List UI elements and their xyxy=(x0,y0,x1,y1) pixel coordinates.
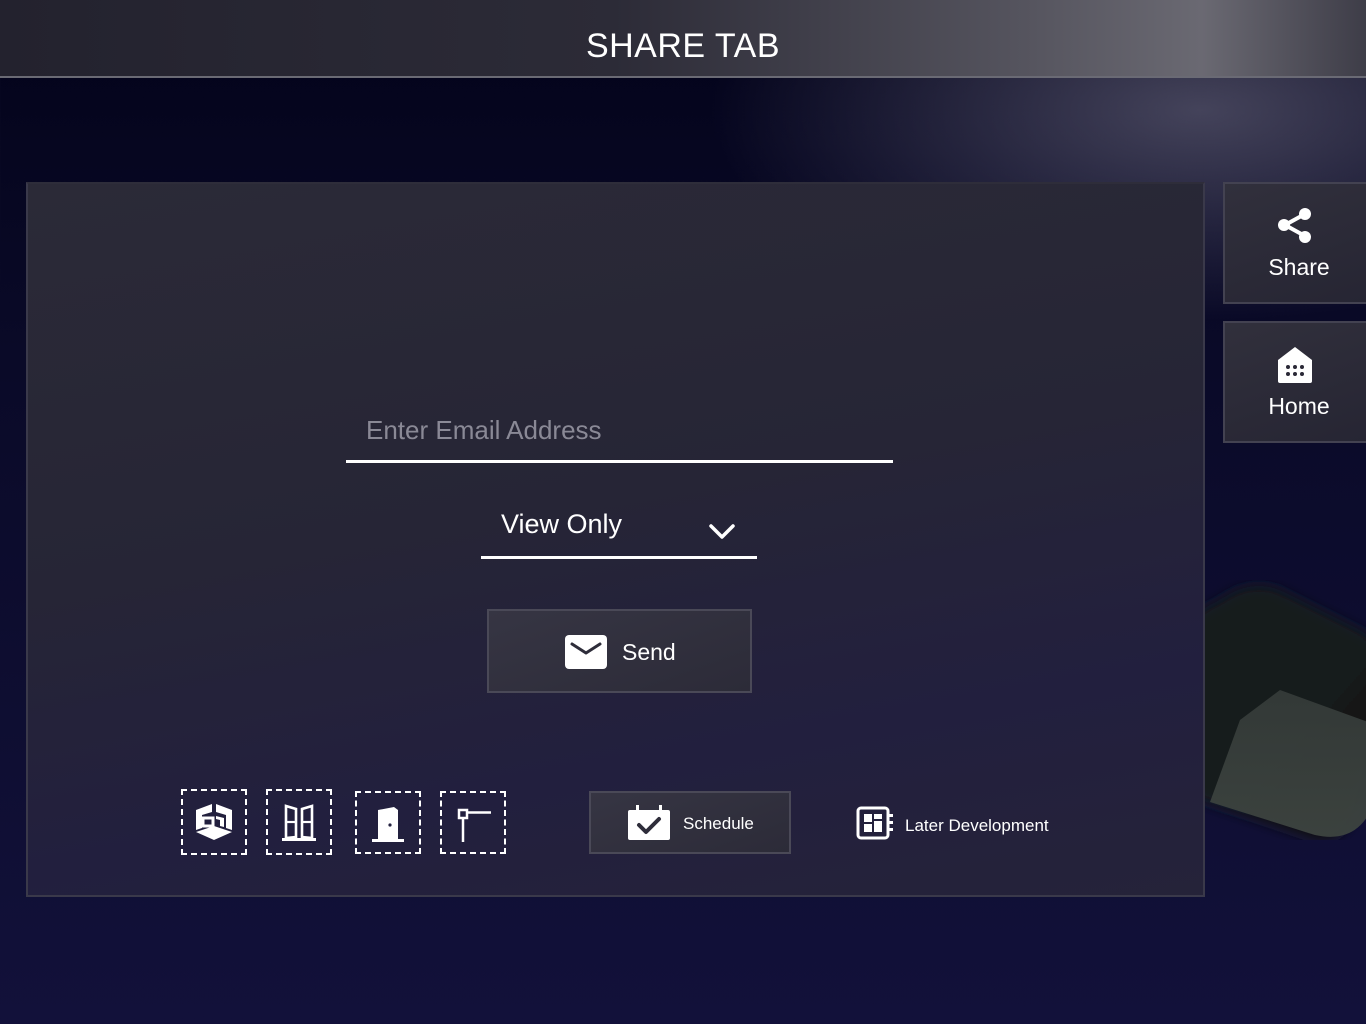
sidebar-item-home[interactable]: Home xyxy=(1223,321,1366,443)
barrier-gate-tool-button[interactable] xyxy=(440,791,506,854)
home-icon xyxy=(1278,347,1312,383)
sidebar-item-share[interactable]: Share xyxy=(1223,182,1366,304)
window-icon xyxy=(282,804,316,841)
email-input[interactable] xyxy=(364,411,878,449)
send-button[interactable]: Send xyxy=(487,609,752,693)
page-title: SHARE TAB xyxy=(585,27,781,65)
share-icon xyxy=(1278,208,1311,243)
door-icon xyxy=(372,807,404,842)
envelope-icon xyxy=(565,635,607,669)
send-label: Send xyxy=(622,639,676,665)
permission-dropdown[interactable]: View Only xyxy=(481,500,757,559)
room-3d-icon xyxy=(196,804,232,840)
later-development-label: Later Development xyxy=(905,816,1049,835)
permission-selected-value: View Only xyxy=(501,509,623,539)
schedule-button[interactable]: Schedule xyxy=(589,791,791,854)
schedule-label: Schedule xyxy=(683,814,754,833)
sidebar-item-home-label: Home xyxy=(1268,393,1330,419)
door-tool-button[interactable] xyxy=(355,791,421,854)
calendar-check-icon xyxy=(628,805,670,840)
window-tool-button[interactable] xyxy=(266,789,332,855)
barrier-gate-icon xyxy=(457,808,491,842)
email-field[interactable] xyxy=(346,405,893,463)
sidebar-item-share-label: Share xyxy=(1268,254,1330,280)
room-3d-tool-button[interactable] xyxy=(181,789,247,855)
later-development-button[interactable]: Later Development xyxy=(856,806,1056,842)
floorplan-icon xyxy=(856,806,893,840)
top-header: SHARE TAB xyxy=(0,0,1366,78)
chevron-down-icon xyxy=(709,524,735,539)
